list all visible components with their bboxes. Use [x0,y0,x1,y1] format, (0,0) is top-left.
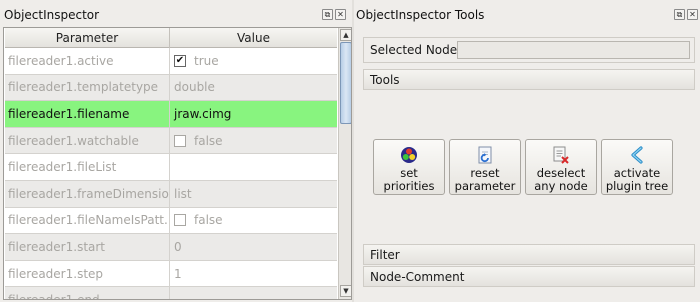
column-header-value[interactable]: Value [170,28,337,48]
panel-dock-buttons: ⧉ ✕ [674,9,698,20]
scrollbar-thumb[interactable] [340,42,351,124]
parameter-value-cell[interactable]: 1 [170,261,337,287]
set-priorities-button[interactable]: set priorities [373,139,445,195]
parameter-value-text: false [194,213,223,228]
parameter-value-cell[interactable]: jraw.cimg [170,101,337,127]
parameter-value-text: list [174,186,192,201]
node-comment-section-header[interactable]: Node-Comment [363,266,695,287]
vertical-scrollbar[interactable]: ▲ ▼ [338,28,351,299]
table-row[interactable]: filereader1.step 1 [5,260,337,288]
parameter-value-cell[interactable] [170,154,337,180]
table-row[interactable]: filereader1.fileList [5,154,337,181]
deselect-node-icon [552,146,570,164]
panel-title: ObjectInspector Tools [356,8,485,22]
parameter-value-text: 1 [174,266,182,281]
deselect-any-node-label: deselect any node [534,166,588,193]
object-inspector-tools-panel: ObjectInspector Tools ⧉ ✕ Selected Node … [354,0,700,302]
parameter-value-text: jraw.cimg [174,106,232,121]
parameter-value-text: false [194,133,223,148]
table-row[interactable]: filereader1.templatetype double [5,74,337,102]
selected-node-group: Selected Node [363,37,695,63]
selected-node-field[interactable] [457,41,690,59]
table-row[interactable]: filereader1.frameDimension list [5,180,337,208]
panel-dock-buttons: ⧉ ✕ [322,9,346,20]
table-row[interactable]: filereader1.filename jraw.cimg [5,101,337,128]
scroll-down-arrow-icon[interactable]: ▼ [340,285,351,297]
parameter-value-cell[interactable]: 0 [170,234,337,260]
filter-section-header[interactable]: Filter [363,244,695,265]
table-row[interactable]: filereader1.active ✔ true [5,48,337,75]
table-header: Parameter Value [5,28,337,48]
object-inspector-panel: ObjectInspector ⧉ ✕ Parameter Value file… [0,0,352,302]
parameter-value-cell[interactable] [170,287,337,299]
reset-parameter-icon [476,146,494,164]
parameter-value-cell[interactable]: list [170,181,337,207]
column-header-parameter[interactable]: Parameter [5,28,170,48]
parameter-value-text: true [194,53,219,68]
table-row[interactable]: filereader1.fileNameIsPatt... false [5,207,337,235]
parameter-value-cell[interactable]: false [170,128,337,154]
table-row[interactable]: filereader1.end [5,287,337,299]
value-checkbox[interactable] [174,214,186,227]
activate-plugin-tree-label: activate plugin tree [605,166,669,193]
parameter-name-cell[interactable]: filereader1.filename [5,101,170,127]
float-panel-icon[interactable]: ⧉ [322,9,333,20]
set-priorities-label: set priorities [383,166,435,193]
deselect-any-node-button[interactable]: deselect any node [525,139,597,195]
parameter-value-cell[interactable]: double [170,75,337,101]
scroll-up-arrow-icon[interactable]: ▲ [340,29,351,41]
table-row[interactable]: filereader1.start 0 [5,234,337,261]
parameter-name-cell[interactable]: filereader1.end [5,287,170,299]
table-body: filereader1.active ✔ true filereader1.templ… [5,48,337,299]
parameter-value-text: double [174,80,215,95]
parameter-name-cell[interactable]: filereader1.fileList [5,154,170,180]
parameter-value-cell[interactable]: false [170,208,337,234]
close-panel-icon[interactable]: ✕ [335,9,346,20]
parameter-name-cell[interactable]: filereader1.watchable [5,127,170,154]
value-checkbox[interactable]: ✔ [174,54,186,67]
parameter-name-cell[interactable]: filereader1.active [5,48,170,74]
value-checkbox[interactable] [174,134,186,147]
parameter-value-text: 0 [174,239,182,254]
float-panel-icon[interactable]: ⧉ [674,9,685,20]
selected-node-label: Selected Node [370,43,458,57]
priorities-icon [400,146,418,164]
parameter-value-cell[interactable]: ✔ true [170,48,337,74]
tool-buttons: set priorities reset parameter deselect … [373,139,673,195]
plugin-tree-icon [628,146,646,164]
parameter-name-cell[interactable]: filereader1.start [5,234,170,260]
tools-section-header[interactable]: Tools [363,69,695,90]
reset-parameter-label: reset parameter [454,166,516,193]
parameter-name-cell[interactable]: filereader1.frameDimension [5,180,170,207]
close-panel-icon[interactable]: ✕ [687,9,698,20]
parameter-name-cell[interactable]: filereader1.step [5,260,170,287]
panel-title: ObjectInspector [4,8,100,22]
parameter-name-cell[interactable]: filereader1.fileNameIsPatt... [5,207,170,234]
table-row[interactable]: filereader1.watchable false [5,127,337,155]
parameter-table: Parameter Value filereader1.active ✔ true f… [3,27,352,300]
reset-parameter-button[interactable]: reset parameter [449,139,521,195]
parameter-name-cell[interactable]: filereader1.templatetype [5,74,170,101]
activate-plugin-tree-button[interactable]: activate plugin tree [601,139,673,195]
